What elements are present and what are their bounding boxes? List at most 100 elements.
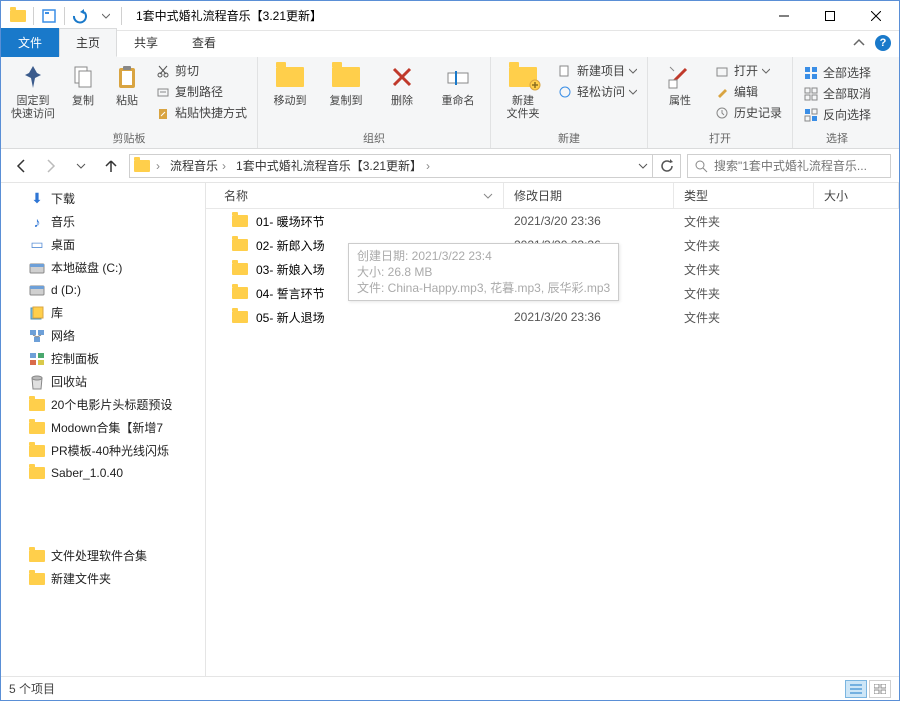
open-button[interactable]: 打开: [710, 61, 786, 80]
column-date[interactable]: 修改日期: [504, 183, 674, 208]
file-type: 文件夹: [674, 309, 814, 326]
minimize-button[interactable]: [761, 1, 807, 31]
tab-view[interactable]: 查看: [175, 28, 233, 57]
easy-access-icon: [557, 84, 573, 100]
qat-dropdown[interactable]: [95, 5, 117, 27]
collapse-ribbon-icon[interactable]: [853, 37, 865, 49]
search-input[interactable]: [714, 159, 884, 173]
maximize-button[interactable]: [807, 1, 853, 31]
paste-button[interactable]: 粘贴: [107, 59, 147, 110]
sidebar-item-label: Modown合集【新增7: [51, 419, 163, 436]
sidebar-item-label: 音乐: [51, 213, 75, 230]
help-icon[interactable]: ?: [875, 35, 891, 51]
sidebar-item-label: 本地磁盘 (C:): [51, 259, 122, 276]
sidebar-item[interactable]: Saber_1.0.40: [1, 462, 205, 484]
copy-path-button[interactable]: 复制路径: [151, 82, 251, 101]
select-all-button[interactable]: 全部选择: [799, 63, 875, 82]
invert-selection-button[interactable]: 反向选择: [799, 105, 875, 124]
breadcrumb-segment[interactable]: 1套中式婚礼流程音乐【3.21更新】›: [232, 157, 434, 174]
sidebar-item[interactable]: 20个电影片头标题预设: [1, 393, 205, 416]
file-type: 文件夹: [674, 213, 814, 230]
edit-icon: [714, 84, 730, 100]
sidebar-item[interactable]: ▭桌面: [1, 233, 205, 256]
new-folder-button[interactable]: 新建 文件夹: [497, 59, 549, 123]
rename-button[interactable]: 重命名: [432, 59, 484, 110]
sidebar-item[interactable]: 本地磁盘 (C:): [1, 256, 205, 279]
select-none-button[interactable]: 全部取消: [799, 84, 875, 103]
sidebar-item-label: 20个电影片头标题预设: [51, 396, 172, 413]
details-view-button[interactable]: [845, 680, 867, 698]
pin-to-quick-access-button[interactable]: 固定到 快速访问: [7, 59, 59, 123]
copy-to-button[interactable]: 复制到: [320, 59, 372, 110]
undo-qat-button[interactable]: [69, 5, 91, 27]
sidebar-item-icon: ▭: [29, 237, 45, 253]
properties-button[interactable]: 属性: [654, 59, 706, 110]
refresh-button[interactable]: [653, 154, 681, 178]
delete-button[interactable]: 删除: [376, 59, 428, 110]
sidebar-item[interactable]: 控制面板: [1, 347, 205, 370]
sidebar-item-icon: [29, 397, 45, 413]
search-icon: [694, 159, 708, 173]
close-button[interactable]: [853, 1, 899, 31]
forward-button[interactable]: [39, 154, 63, 178]
edit-button[interactable]: 编辑: [710, 82, 786, 101]
sidebar-item[interactable]: ♪音乐: [1, 210, 205, 233]
sidebar-item[interactable]: 新建文件夹: [1, 567, 205, 590]
chevron-down-icon[interactable]: [638, 161, 648, 171]
sidebar-item-icon: [29, 548, 45, 564]
sidebar-item[interactable]: ⬇下载: [1, 187, 205, 210]
tab-share[interactable]: 共享: [117, 28, 175, 57]
move-to-button[interactable]: 移动到: [264, 59, 316, 110]
file-name: 02- 新郎入场: [256, 237, 325, 254]
sidebar-item-icon: [29, 571, 45, 587]
back-button[interactable]: [9, 154, 33, 178]
properties-qat-button[interactable]: [38, 5, 60, 27]
select-none-icon: [803, 86, 819, 102]
search-box[interactable]: [687, 154, 891, 178]
copy-path-icon: [155, 84, 171, 100]
copy-button[interactable]: 复制: [63, 59, 103, 110]
tab-home[interactable]: 主页: [59, 28, 117, 57]
cut-button[interactable]: 剪切: [151, 61, 251, 80]
file-type: 文件夹: [674, 285, 814, 302]
sidebar-item[interactable]: PR模板-40种光线闪烁: [1, 439, 205, 462]
main-area: ⬇下载♪音乐▭桌面本地磁盘 (C:) d (D:)库网络控制面板回收站 20个电影片…: [1, 183, 899, 676]
window-title-text: 1套中式婚礼流程音乐【3.21更新】: [136, 7, 322, 24]
tab-file[interactable]: 文件: [1, 28, 59, 57]
list-item[interactable]: 05- 新人退场2021/3/20 23:36文件夹: [206, 305, 899, 329]
ribbon-group-select: 全部选择 全部取消 反向选择 选择: [793, 57, 881, 148]
sidebar-item[interactable]: Modown合集【新增7: [1, 416, 205, 439]
move-to-icon: [274, 61, 306, 93]
breadcrumb-segment[interactable]: 流程音乐›: [166, 157, 230, 174]
copy-icon: [67, 61, 99, 93]
paste-shortcut-button[interactable]: 粘贴快捷方式: [151, 103, 251, 122]
sidebar-item[interactable]: d (D:): [1, 279, 205, 301]
folder-icon: [134, 160, 150, 172]
folder-icon: [232, 215, 248, 227]
sidebar-item[interactable]: 网络: [1, 324, 205, 347]
content-pane: 名称 修改日期 类型 大小 01- 暖场环节2021/3/20 23:36文件夹…: [206, 183, 899, 676]
sidebar-item[interactable]: 回收站: [1, 370, 205, 393]
list-item[interactable]: 01- 暖场环节2021/3/20 23:36文件夹: [206, 209, 899, 233]
thumbnails-view-button[interactable]: [869, 680, 891, 698]
sidebar-item[interactable]: 库: [1, 301, 205, 324]
easy-access-button[interactable]: 轻松访问: [553, 82, 641, 101]
address-bar[interactable]: › 流程音乐› 1套中式婚礼流程音乐【3.21更新】›: [129, 154, 653, 178]
sidebar-item-icon: [29, 260, 45, 276]
new-item-button[interactable]: 新建项目: [553, 61, 641, 80]
column-name[interactable]: 名称: [206, 183, 504, 208]
column-type[interactable]: 类型: [674, 183, 814, 208]
up-button[interactable]: [99, 154, 123, 178]
navigation-pane[interactable]: ⬇下载♪音乐▭桌面本地磁盘 (C:) d (D:)库网络控制面板回收站 20个电影片…: [1, 183, 206, 676]
sidebar-item[interactable]: 文件处理软件合集: [1, 544, 205, 567]
title-bar: 1套中式婚礼流程音乐【3.21更新】: [1, 1, 899, 31]
column-size[interactable]: 大小: [814, 183, 899, 208]
file-list[interactable]: 01- 暖场环节2021/3/20 23:36文件夹02- 新郎入场2021/3…: [206, 209, 899, 676]
column-headers: 名称 修改日期 类型 大小: [206, 183, 899, 209]
recent-dropdown[interactable]: [69, 154, 93, 178]
copy-to-icon: [330, 61, 362, 93]
history-button[interactable]: 历史记录: [710, 103, 786, 122]
ribbon-tabs: 文件 主页 共享 查看 ?: [1, 31, 899, 57]
pin-icon: [17, 61, 49, 93]
invert-selection-icon: [803, 107, 819, 123]
